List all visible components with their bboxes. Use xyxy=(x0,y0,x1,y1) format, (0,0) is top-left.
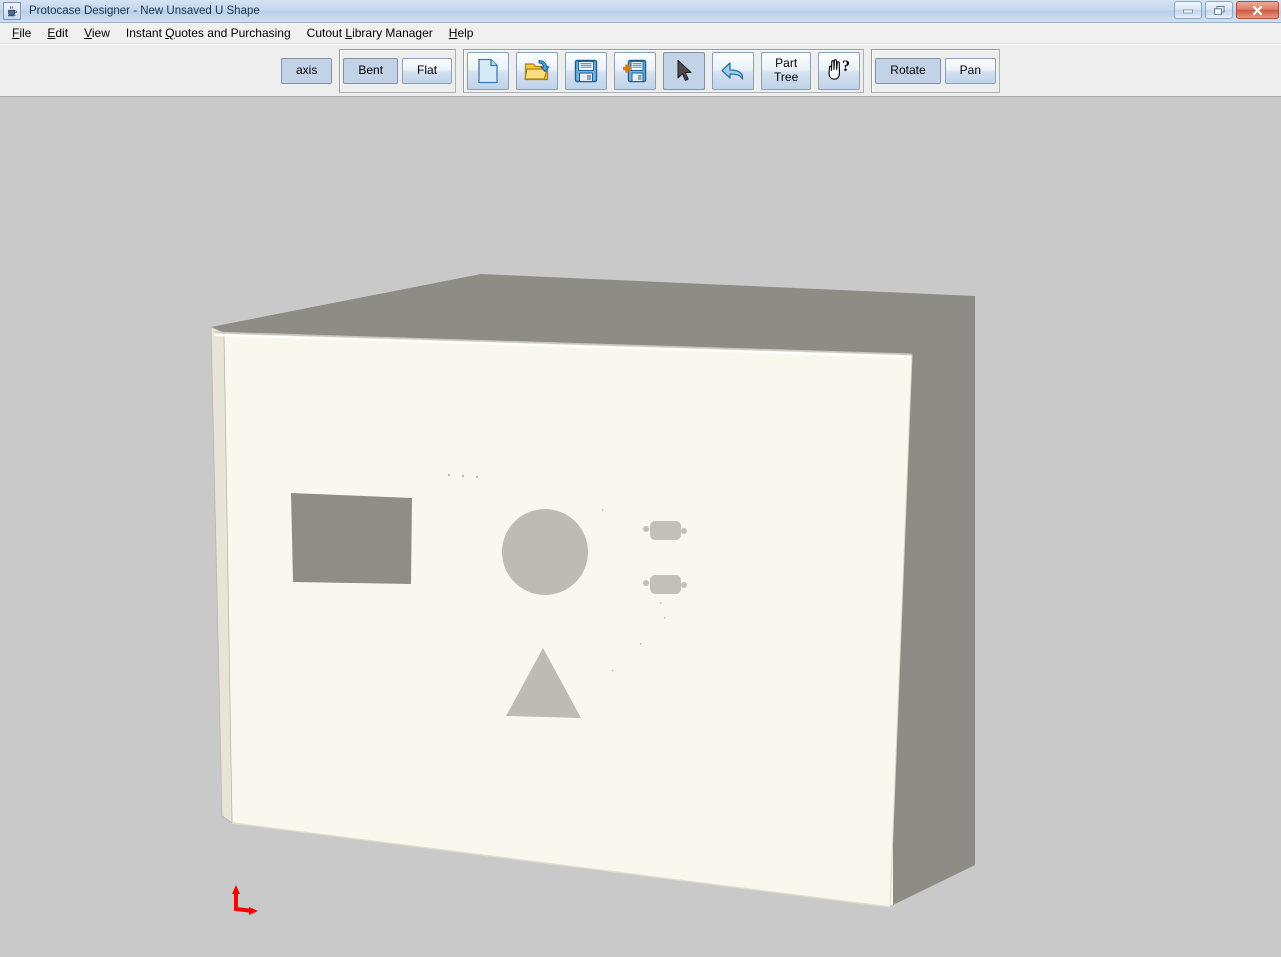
restore-button[interactable] xyxy=(1205,1,1233,19)
select-arrow-cursor-icon xyxy=(677,59,692,81)
window-controls xyxy=(1174,1,1279,19)
menu-help[interactable]: Help xyxy=(441,24,482,42)
save-button[interactable] xyxy=(565,51,608,90)
application-window: Protocase Designer - New Unsaved U Shape… xyxy=(0,0,1281,957)
menu-view[interactable]: View xyxy=(76,24,118,42)
save-as-floppy-plus-icon xyxy=(623,59,647,82)
undo-arrow-icon xyxy=(721,61,744,80)
minimize-button[interactable] xyxy=(1174,1,1202,19)
window-title: Protocase Designer - New Unsaved U Shape xyxy=(29,5,260,17)
u-shape-enclosure-model xyxy=(210,274,975,915)
title-bar: Protocase Designer - New Unsaved U Shape xyxy=(0,0,1281,23)
file-tools-group: Part Tree ? xyxy=(463,48,865,93)
hand-question-help-icon: ? xyxy=(828,58,850,80)
menu-edit[interactable]: Edit xyxy=(39,24,76,42)
new-document-button[interactable] xyxy=(467,51,510,90)
undo-button[interactable] xyxy=(712,51,755,90)
navigation-mode-group: Rotate Pan xyxy=(871,48,1000,93)
rotate-button[interactable]: Rotate xyxy=(875,57,941,84)
model-viewport-3d[interactable] xyxy=(0,97,1281,957)
menu-bar: File Edit View Instant Quotes and Purcha… xyxy=(0,23,1281,44)
menu-file[interactable]: File xyxy=(4,24,39,42)
cutout-circle[interactable] xyxy=(502,509,588,595)
close-button[interactable] xyxy=(1236,1,1279,19)
context-help-button[interactable]: ? xyxy=(818,51,861,90)
bent-button[interactable]: Bent xyxy=(343,57,399,84)
open-folder-icon xyxy=(524,59,550,80)
main-toolbar: axis Bent Flat Part Tree ? Rotate Pan xyxy=(0,44,1281,97)
flat-button[interactable]: Flat xyxy=(402,57,453,84)
new-document-icon xyxy=(478,58,498,83)
menu-cutout-library-manager[interactable]: Cutout Library Manager xyxy=(299,24,441,42)
enclosure-front-panel xyxy=(211,332,913,908)
menu-instant-quotes-and-purchasing[interactable]: Instant Quotes and Purchasing xyxy=(118,24,299,42)
svg-text:?: ? xyxy=(842,58,850,75)
bent-flat-group: Bent Flat xyxy=(339,48,457,93)
axis-toggle-button[interactable]: axis xyxy=(281,57,333,84)
save-as-button[interactable] xyxy=(614,51,657,90)
part-tree-label-line1: Part xyxy=(775,55,798,70)
save-floppy-icon xyxy=(574,59,598,82)
java-coffee-cup-icon xyxy=(3,2,21,20)
origin-axis-indicator xyxy=(232,885,258,915)
select-tool-button[interactable] xyxy=(663,51,706,90)
pan-button[interactable]: Pan xyxy=(944,57,996,84)
part-tree-button[interactable]: Part Tree xyxy=(761,51,812,90)
cutout-rectangle[interactable] xyxy=(291,493,412,584)
open-file-button[interactable] xyxy=(516,51,559,90)
part-tree-label-line2: Tree xyxy=(774,69,799,84)
